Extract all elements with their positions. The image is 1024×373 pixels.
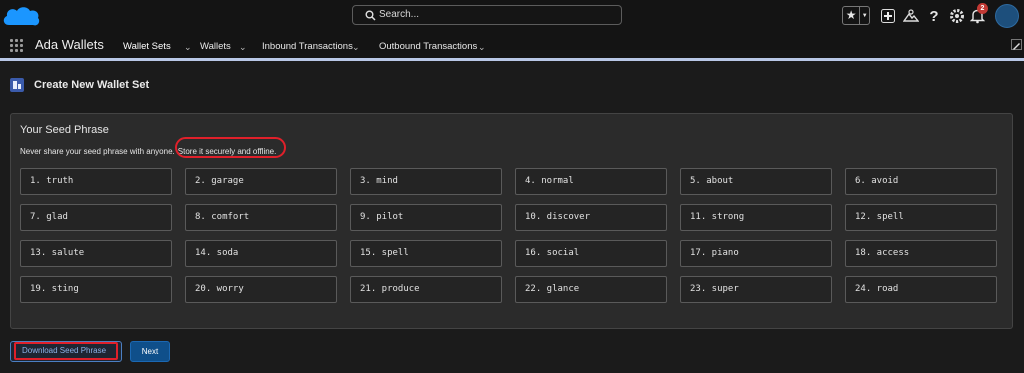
search-icon bbox=[365, 10, 376, 21]
nav-tab-label: Wallets bbox=[200, 41, 231, 52]
seed-word: 10. discover bbox=[515, 204, 667, 231]
nav-tab-outbound-transactions[interactable]: Outbound Transactions ⌄ bbox=[379, 41, 486, 52]
seed-word: 11. strong bbox=[680, 204, 832, 231]
seed-word: 13. salute bbox=[20, 240, 172, 267]
notification-badge: 2 bbox=[977, 3, 988, 14]
seed-word: 2. garage bbox=[185, 168, 337, 195]
seed-word: 3. mind bbox=[350, 168, 502, 195]
help-icon[interactable]: ? bbox=[927, 6, 941, 26]
trailhead-button[interactable] bbox=[902, 6, 920, 26]
global-search[interactable]: Search... bbox=[352, 5, 622, 25]
seed-word: 5. about bbox=[680, 168, 832, 195]
nav-tab-label: Inbound Transactions bbox=[262, 41, 353, 52]
seed-word: 7. glad bbox=[20, 204, 172, 231]
chevron-down-icon[interactable]: ▼ bbox=[860, 13, 869, 19]
seed-word: 12. spell bbox=[845, 204, 997, 231]
favorites-button[interactable]: ★ ▼ bbox=[842, 6, 870, 25]
chevron-down-icon[interactable]: ⌄ bbox=[478, 42, 486, 53]
seed-word: 17. piano bbox=[680, 240, 832, 267]
nav-tab-label: Outbound Transactions bbox=[379, 41, 478, 52]
seed-word: 15. spell bbox=[350, 240, 502, 267]
salesforce-cloud-logo[interactable] bbox=[1, 3, 41, 31]
seed-phrase-title: Your Seed Phrase bbox=[20, 124, 109, 136]
next-button[interactable]: Next bbox=[130, 341, 170, 362]
edit-nav-icon[interactable] bbox=[1011, 39, 1022, 51]
seed-word: 14. soda bbox=[185, 240, 337, 267]
nav-tab-wallets[interactable]: Wallets ⌄ bbox=[200, 41, 247, 52]
seed-word: 19. sting bbox=[20, 276, 172, 303]
download-button-label: Download Seed Phrase bbox=[22, 346, 107, 355]
chevron-down-icon[interactable]: ⌄ bbox=[239, 42, 247, 53]
chevron-down-icon[interactable]: ⌄ bbox=[184, 42, 192, 53]
trailhead-icon bbox=[903, 9, 919, 22]
app-launcher-icon[interactable] bbox=[10, 39, 24, 53]
wallet-set-icon bbox=[10, 78, 24, 92]
seed-word: 9. pilot bbox=[350, 204, 502, 231]
setup-button[interactable] bbox=[948, 6, 966, 26]
nav-tab-inbound-transactions[interactable]: Inbound Transactions ⌄ bbox=[262, 41, 360, 52]
global-header: Search... ★ ▼ ? 2 bbox=[0, 0, 1024, 33]
search-placeholder: Search... bbox=[379, 9, 420, 20]
plus-icon bbox=[881, 9, 895, 23]
seed-word: 6. avoid bbox=[845, 168, 997, 195]
warning-text: Never share your seed phrase with anyone… bbox=[20, 147, 175, 156]
user-avatar[interactable] bbox=[995, 4, 1019, 28]
seed-word: 8. comfort bbox=[185, 204, 337, 231]
download-seed-phrase-button[interactable]: Download Seed Phrase bbox=[10, 341, 122, 362]
seed-word: 20. worry bbox=[185, 276, 337, 303]
seed-word: 21. produce bbox=[350, 276, 502, 303]
annotation-circle bbox=[175, 137, 286, 158]
chevron-down-icon[interactable]: ⌄ bbox=[352, 42, 360, 53]
app-navigation: Ada Wallets Wallet Sets ⌄ Wallets ⌄ Inbo… bbox=[0, 33, 1024, 61]
global-actions-button[interactable] bbox=[880, 6, 896, 26]
seed-word: 22. glance bbox=[515, 276, 667, 303]
nav-tab-wallet-sets[interactable]: Wallet Sets ⌄ bbox=[123, 41, 192, 52]
seed-word: 24. road bbox=[845, 276, 997, 303]
seed-word: 16. social bbox=[515, 240, 667, 267]
seed-word: 23. super bbox=[680, 276, 832, 303]
pencil-icon bbox=[1012, 42, 1021, 51]
seed-word: 18. access bbox=[845, 240, 997, 267]
seed-word: 4. normal bbox=[515, 168, 667, 195]
seed-word: 1. truth bbox=[20, 168, 172, 195]
star-icon[interactable]: ★ bbox=[843, 7, 861, 24]
gear-icon bbox=[950, 9, 964, 23]
app-name: Ada Wallets bbox=[35, 37, 104, 52]
nav-tab-label: Wallet Sets bbox=[123, 41, 171, 52]
page-title: Create New Wallet Set bbox=[34, 79, 150, 91]
